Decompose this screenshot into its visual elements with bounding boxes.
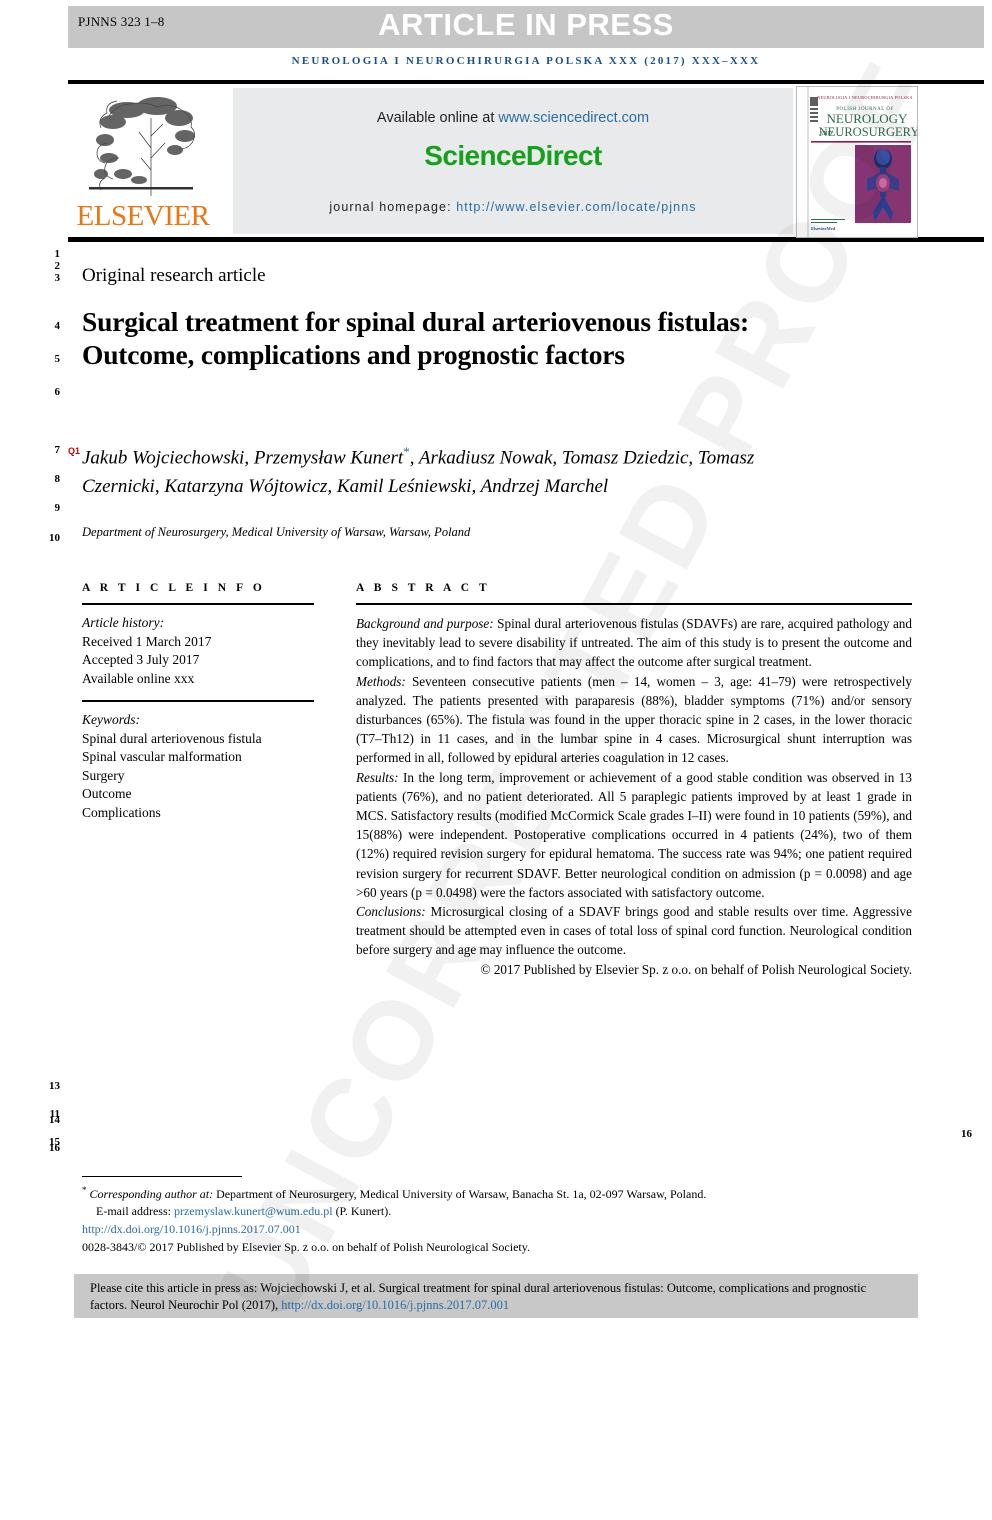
masthead-top-rule — [68, 80, 984, 84]
page-title: Surgical treatment for spinal dural arte… — [82, 306, 750, 370]
keyword-item: Surgery — [82, 767, 125, 783]
abstract-section-label: Results: — [356, 769, 399, 785]
journal-reference-line: NEUROLOGIA I NEUROCHIRURGIA POLSKA XXX (… — [291, 55, 761, 67]
line-number: 9 — [54, 502, 61, 514]
article-received-date: Received 1 March 2017 — [82, 633, 212, 649]
line-number: 16 — [49, 1142, 60, 1154]
elsevier-wordmark: ELSEVIER — [76, 200, 210, 232]
article-code-label: PJNNS 323 1–8 — [78, 14, 165, 29]
abstract-body: Background and purpose: Spinal dural art… — [356, 614, 912, 979]
line-number: 8 — [54, 473, 61, 485]
journal-masthead: ELSEVIER Available online at www.science… — [68, 80, 984, 242]
article-info-separator — [82, 700, 314, 702]
svg-text:NEUROSURGERY: NEUROSURGERY — [819, 125, 917, 139]
abstract-rule — [356, 603, 912, 605]
keyword-item: Spinal vascular malformation — [82, 749, 242, 764]
abstract-section: Conclusions: Microsurgical closing of a … — [356, 902, 912, 960]
line-number: 4 — [54, 320, 61, 332]
journal-cover-image: NEUROLOGIA I NEUROCHIRURGIA POLSKA POLIS… — [797, 87, 917, 237]
email-owner: (P. Kunert). — [332, 1203, 392, 1218]
abstract-section: Background and purpose: Spinal dural art… — [356, 614, 912, 672]
corresponding-author-label: Corresponding author at: — [89, 1187, 214, 1201]
author-list: Jakub Wojciechowski, Przemysław Kunert*,… — [82, 438, 762, 501]
doi-link[interactable]: http://dx.doi.org/10.1016/j.pjnns.2017.0… — [82, 1221, 910, 1238]
line-number: 13 — [49, 1080, 60, 1092]
available-online-line: Available online at www.sciencedirect.co… — [233, 110, 793, 126]
article-available-online: Available online xxx — [82, 670, 195, 686]
journal-cover-thumbnail: NEUROLOGIA I NEUROCHIRURGIA POLSKA POLIS… — [796, 86, 918, 238]
journal-homepage-line: journal homepage: http://www.elsevier.co… — [233, 200, 793, 214]
author-affiliation: Department of Neurosurgery, Medical Univ… — [82, 525, 471, 539]
abstract-heading: A B S T R A C T — [356, 582, 491, 594]
article-accepted-date: Accepted 3 July 2017 — [82, 652, 200, 667]
footnote-asterisk: * — [82, 1185, 87, 1195]
article-info-heading: A R T I C L E I N F O — [82, 582, 266, 594]
keyword-item: Spinal dural arteriovenous fistula — [82, 730, 262, 746]
line-number: 10 — [49, 532, 60, 544]
abstract-section: Methods: Seventeen consecutive patients … — [356, 672, 912, 768]
abstract-section-label: Conclusions: — [356, 904, 426, 920]
line-number: 3 — [54, 272, 61, 284]
line-number: 6 — [54, 386, 61, 398]
svg-text:ElsevierMed: ElsevierMed — [811, 226, 836, 231]
line-number-right: 16 — [961, 1128, 972, 1140]
svg-text:NEUROLOGY: NEUROLOGY — [827, 111, 908, 126]
elsevier-logo: ELSEVIER — [76, 88, 226, 233]
issn-copyright-line: 0028-3843/© 2017 Published by Elsevier S… — [82, 1239, 530, 1254]
article-in-press-label: ARTICLE IN PRESS — [378, 7, 674, 42]
sciencedirect-wordmark: ScienceDirect — [424, 140, 602, 171]
journal-homepage-prefix: journal homepage: — [329, 200, 457, 214]
query-marker-q1[interactable]: Q1 — [68, 446, 80, 456]
line-number: 2 — [54, 260, 61, 272]
abstract-section-label: Methods: — [356, 673, 406, 689]
email-link[interactable]: przemyslaw.kunert@wum.edu.pl — [174, 1204, 333, 1218]
available-online-prefix: Available online at — [376, 110, 499, 126]
citation-doi-link[interactable]: http://dx.doi.org/10.1016/j.pjnns.2017.0… — [281, 1298, 509, 1312]
keyword-item: Complications — [82, 804, 161, 820]
footnote-rule — [82, 1176, 242, 1177]
email-note: E-mail address: przemyslaw.kunert@wum.ed… — [82, 1203, 910, 1220]
article-type-label: Original research article — [82, 265, 266, 286]
abstract-section-text: Microsurgical closing of a SDAVF brings … — [356, 904, 912, 958]
article-in-press-banner: ARTICLE IN PRESS — [68, 6, 984, 48]
line-number: 5 — [54, 353, 61, 365]
keywords-label: Keywords: — [82, 712, 140, 727]
line-number: 14 — [49, 1114, 60, 1126]
author-list-first: Jakub Wojciechowski, Przemysław Kunert — [82, 447, 404, 469]
abstract-section-text: Seventeen consecutive patients (men – 14… — [356, 673, 912, 766]
email-label: E-mail address: — [96, 1203, 171, 1218]
article-info-rule — [82, 603, 314, 605]
abstract-section-label: Background and purpose: — [356, 616, 494, 631]
corresponding-author-address: Department of Neurosurgery, Medical Univ… — [213, 1187, 707, 1201]
sciencedirect-banner: Available online at www.sciencedirect.co… — [233, 88, 793, 234]
abstract-section: Results: In the long term, improvement o… — [356, 768, 912, 902]
article-history-block: Article history: Received 1 March 2017 A… — [82, 614, 314, 688]
line-number: 7 — [54, 444, 61, 456]
keyword-item: Outcome — [82, 786, 132, 801]
keywords-block: Keywords: Spinal dural arteriovenous fis… — [82, 711, 314, 822]
abstract-column: A B S T R A C T Background and purpose: … — [356, 582, 912, 979]
abstract-section-text: In the long term, improvement or achieve… — [356, 769, 912, 900]
elsevier-tree-icon — [89, 97, 195, 196]
abstract-copyright: © 2017 Published by Elsevier Sp. z o.o. … — [480, 961, 912, 977]
footnote-block: * Corresponding author at: Department of… — [82, 1182, 910, 1255]
line-number: 1 — [54, 248, 61, 260]
article-info-column: A R T I C L E I N F O Article history: R… — [82, 582, 314, 822]
corresponding-author-note: * Corresponding author at: Department of… — [82, 1182, 910, 1203]
article-history-label: Article history: — [82, 615, 165, 630]
citation-box: Please cite this article in press as: Wo… — [74, 1274, 918, 1318]
sciencedirect-link[interactable]: www.sciencedirect.com — [498, 110, 649, 126]
journal-homepage-link[interactable]: http://www.elsevier.com/locate/pjnns — [456, 200, 696, 214]
svg-text:NEUROLOGIA I NEUROCHIRURGIA PO: NEUROLOGIA I NEUROCHIRURGIA POLSKA — [817, 95, 913, 100]
